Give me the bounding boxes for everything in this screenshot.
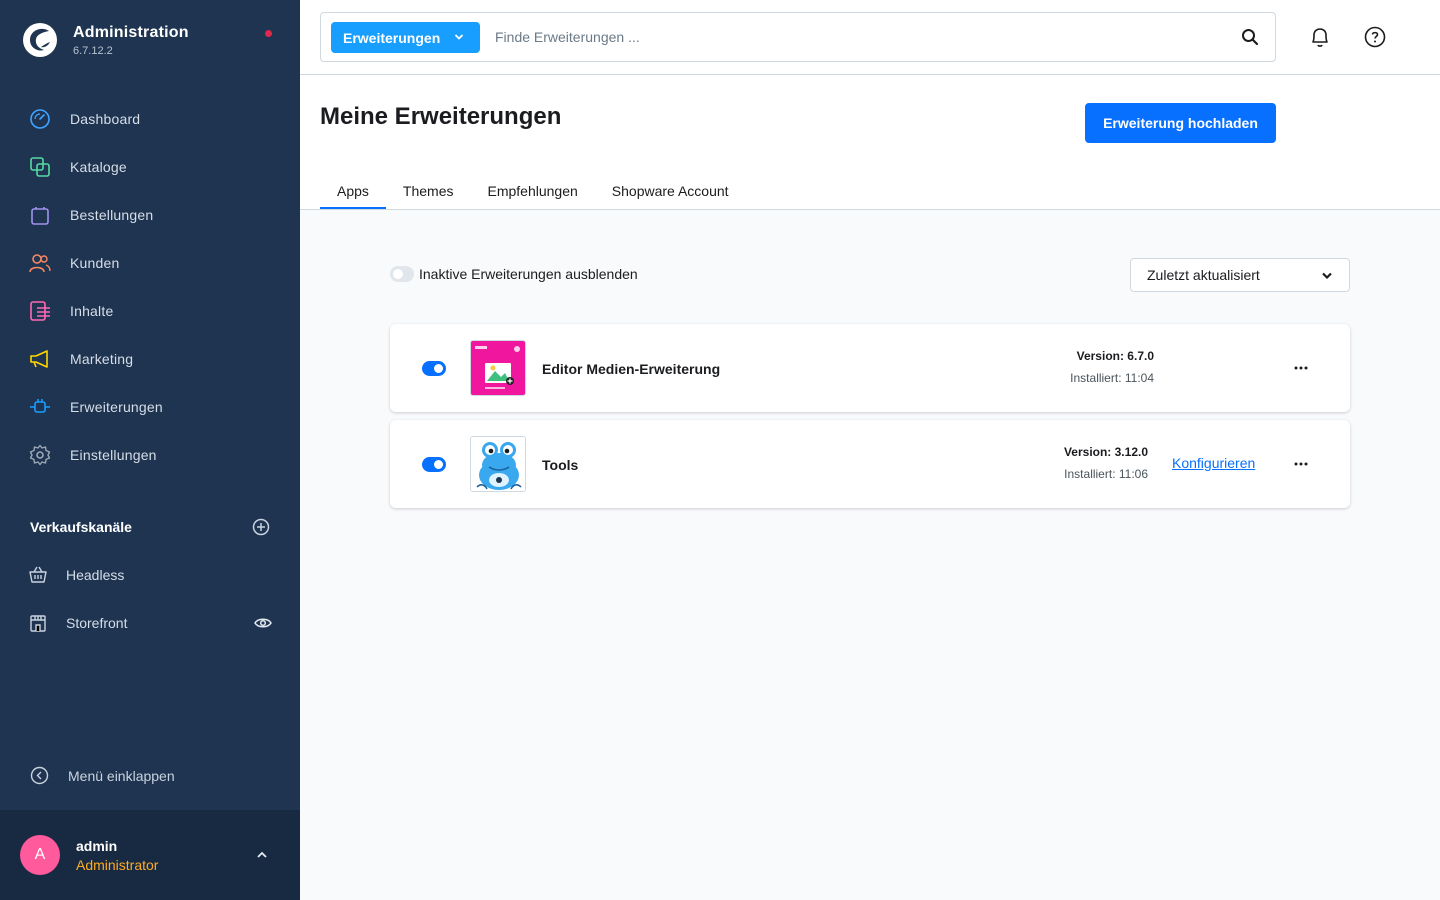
global-search: Erweiterungen (320, 12, 1276, 62)
content-icon (28, 299, 52, 323)
more-options-icon[interactable] (1293, 454, 1309, 474)
sales-channel-label: Headless (66, 567, 125, 583)
chevron-down-icon (454, 34, 464, 40)
notification-dot (265, 30, 272, 37)
catalog-icon (28, 155, 52, 179)
gear-icon (28, 443, 52, 467)
help-icon[interactable] (1364, 26, 1386, 48)
user-role: Administrator (76, 857, 159, 873)
add-sales-channel-icon[interactable] (252, 518, 270, 536)
avatar: A (20, 835, 60, 875)
nav-item-dashboard[interactable]: Dashboard (0, 95, 300, 143)
sort-select-value: Zuletzt aktualisiert (1147, 267, 1260, 283)
extension-active-switch[interactable] (422, 361, 446, 376)
extension-card: Editor Medien-Erweiterung Version: 6.7.0… (390, 324, 1350, 412)
extension-thumbnail (470, 436, 526, 492)
sales-channels-title: Verkaufskanäle (30, 519, 132, 535)
extension-active-switch[interactable] (422, 457, 446, 472)
extension-thumbnail (470, 340, 526, 396)
storefront-icon (30, 615, 46, 632)
sales-channel-storefront[interactable]: Storefront (28, 608, 278, 638)
nav-label: Dashboard (70, 111, 141, 127)
sales-channel-headless[interactable]: Headless (28, 560, 278, 590)
brand[interactable]: Administration 6.7.12.2 (22, 22, 189, 58)
page-title: Meine Erweiterungen (320, 103, 562, 130)
search-type-dropdown[interactable]: Erweiterungen (331, 22, 480, 53)
extension-version: Version: 3.12.0 (1063, 445, 1148, 459)
hide-inactive-toggle[interactable]: Inaktive Erweiterungen ausblenden (390, 266, 638, 282)
user-panel[interactable]: A admin Administrator (0, 810, 300, 900)
search-type-label: Erweiterungen (343, 29, 441, 46)
hide-inactive-switch[interactable] (390, 266, 414, 282)
sort-select[interactable]: Zuletzt aktualisiert (1130, 258, 1350, 292)
extension-installed: Installiert: 11:04 (1070, 371, 1154, 385)
sales-channel-label: Storefront (66, 615, 128, 631)
bell-icon[interactable] (1310, 26, 1330, 48)
extension-version: Version: 6.7.0 (1076, 349, 1154, 363)
tab-apps[interactable]: Apps (320, 171, 386, 209)
eye-icon[interactable] (254, 615, 272, 631)
collapse-menu-button[interactable]: Menü einklappen (30, 766, 175, 785)
nav-label: Inhalte (70, 303, 114, 319)
megaphone-icon (28, 347, 52, 371)
nav-label: Einstellungen (70, 447, 157, 463)
nav-item-kunden[interactable]: Kunden (0, 239, 300, 287)
nav-label: Bestellungen (70, 207, 154, 223)
hide-inactive-label: Inaktive Erweiterungen ausblenden (419, 266, 638, 282)
extension-version-info: Version: 6.7.0 Installiert: 11:04 (1064, 349, 1154, 385)
shopware-logo-icon (23, 23, 57, 57)
extension-installed: Installiert: 11:06 (1064, 467, 1148, 481)
media-extension-logo-icon (471, 341, 525, 395)
tab-empfehlungen[interactable]: Empfehlungen (471, 171, 595, 209)
page-header: Meine Erweiterungen Erweiterung hochlade… (300, 75, 1440, 210)
search-input[interactable] (495, 25, 1195, 49)
nav-item-einstellungen[interactable]: Einstellungen (0, 431, 300, 479)
chevron-left-circle-icon (30, 766, 49, 785)
shopping-bag-icon (28, 203, 52, 227)
tabs: Apps Themes Empfehlungen Shopware Accoun… (320, 171, 746, 210)
collapse-menu-label: Menü einklappen (68, 767, 175, 784)
upload-extension-button[interactable]: Erweiterung hochladen (1085, 103, 1276, 143)
sales-channels-header: Verkaufskanäle (30, 518, 270, 536)
nav-label: Kunden (70, 255, 120, 271)
extension-name: Tools (542, 457, 579, 473)
dashboard-icon (28, 107, 52, 131)
nav-label: Kataloge (70, 159, 127, 175)
main-nav: Dashboard Kataloge Bestellungen Kunden I… (0, 95, 300, 479)
nav-label: Marketing (70, 351, 134, 367)
nav-item-inhalte[interactable]: Inhalte (0, 287, 300, 335)
extension-version-info: Version: 3.12.0 Installiert: 11:06 (1048, 445, 1148, 481)
frog-logo-icon (471, 437, 525, 491)
more-options-icon[interactable] (1293, 358, 1309, 378)
users-icon (28, 251, 52, 275)
nav-item-marketing[interactable]: Marketing (0, 335, 300, 383)
nav-item-kataloge[interactable]: Kataloge (0, 143, 300, 191)
extension-card: Tools Version: 3.12.0 Installiert: 11:06… (390, 420, 1350, 508)
extension-name: Editor Medien-Erweiterung (542, 361, 721, 377)
user-name: admin (76, 838, 118, 854)
chevron-up-icon[interactable] (255, 848, 269, 862)
plug-icon (28, 395, 52, 419)
app-version: 6.7.12.2 (73, 44, 113, 57)
basket-icon (29, 566, 47, 583)
app-title: Administration (73, 23, 189, 41)
tab-shopware-account[interactable]: Shopware Account (595, 171, 746, 209)
sidebar: Administration 6.7.12.2 Dashboard Katalo… (0, 0, 300, 900)
nav-item-bestellungen[interactable]: Bestellungen (0, 191, 300, 239)
configure-link[interactable]: Konfigurieren (1172, 455, 1255, 471)
tab-themes[interactable]: Themes (386, 171, 471, 209)
chevron-down-icon (1322, 272, 1332, 280)
top-bar: Erweiterungen (300, 0, 1440, 75)
search-icon[interactable] (1241, 28, 1259, 46)
nav-label: Erweiterungen (70, 399, 163, 415)
nav-item-erweiterungen[interactable]: Erweiterungen (0, 383, 300, 431)
